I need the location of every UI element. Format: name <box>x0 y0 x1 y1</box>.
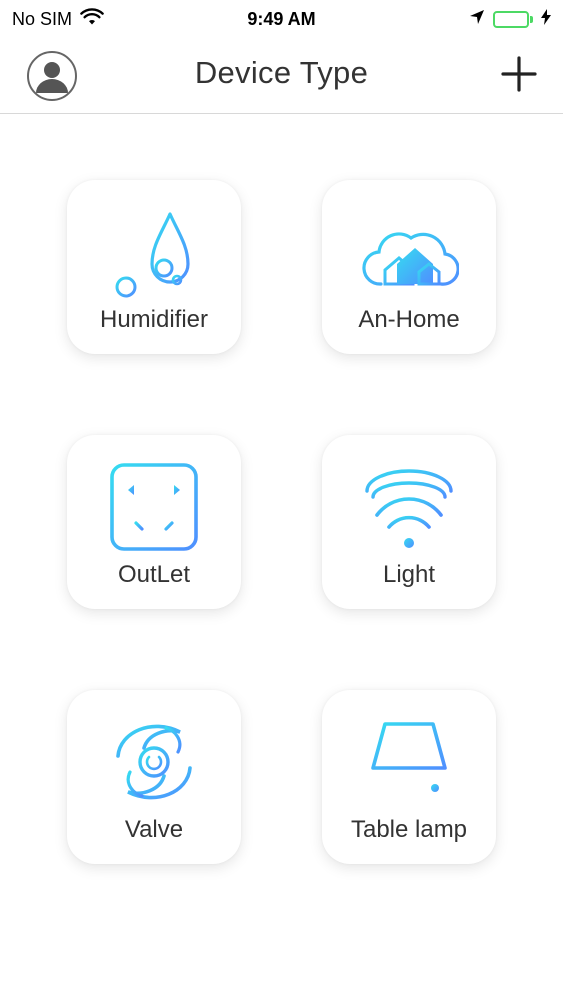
device-card-outlet[interactable]: OutLet <box>67 435 241 609</box>
device-label: Table lamp <box>350 816 468 843</box>
valve-icon <box>104 712 204 812</box>
battery-icon <box>493 10 533 28</box>
screen: No SIM 9:49 AM Device Type Humidifier An… <box>0 0 563 1000</box>
outlet-icon <box>104 457 204 557</box>
cloud-home-icon <box>359 202 459 302</box>
water-drop-icon <box>104 202 204 302</box>
device-label: OutLet <box>117 561 191 588</box>
plus-icon <box>501 56 537 92</box>
charging-bolt-icon <box>541 8 551 30</box>
page-title: Device Type <box>194 55 369 90</box>
ceiling-light-icon <box>359 457 459 557</box>
carrier-label: No SIM <box>12 8 73 29</box>
wifi-icon <box>80 7 104 31</box>
device-label: Valve <box>124 816 184 843</box>
device-card-table-lamp[interactable]: Table lamp <box>322 690 496 864</box>
device-label: An-Home <box>358 306 460 333</box>
add-device-button[interactable] <box>501 56 537 92</box>
device-label: Light <box>382 561 436 588</box>
device-card-humidifier[interactable]: Humidifier <box>67 180 241 354</box>
nav-bar: Device Type <box>0 38 563 114</box>
location-arrow-icon <box>469 9 485 30</box>
device-card-an-home[interactable]: An-Home <box>322 180 496 354</box>
device-card-light[interactable]: Light <box>322 435 496 609</box>
status-bar: No SIM 9:49 AM <box>0 0 563 38</box>
device-card-valve[interactable]: Valve <box>67 690 241 864</box>
device-label: Humidifier <box>99 306 209 333</box>
table-lamp-icon <box>359 712 459 812</box>
